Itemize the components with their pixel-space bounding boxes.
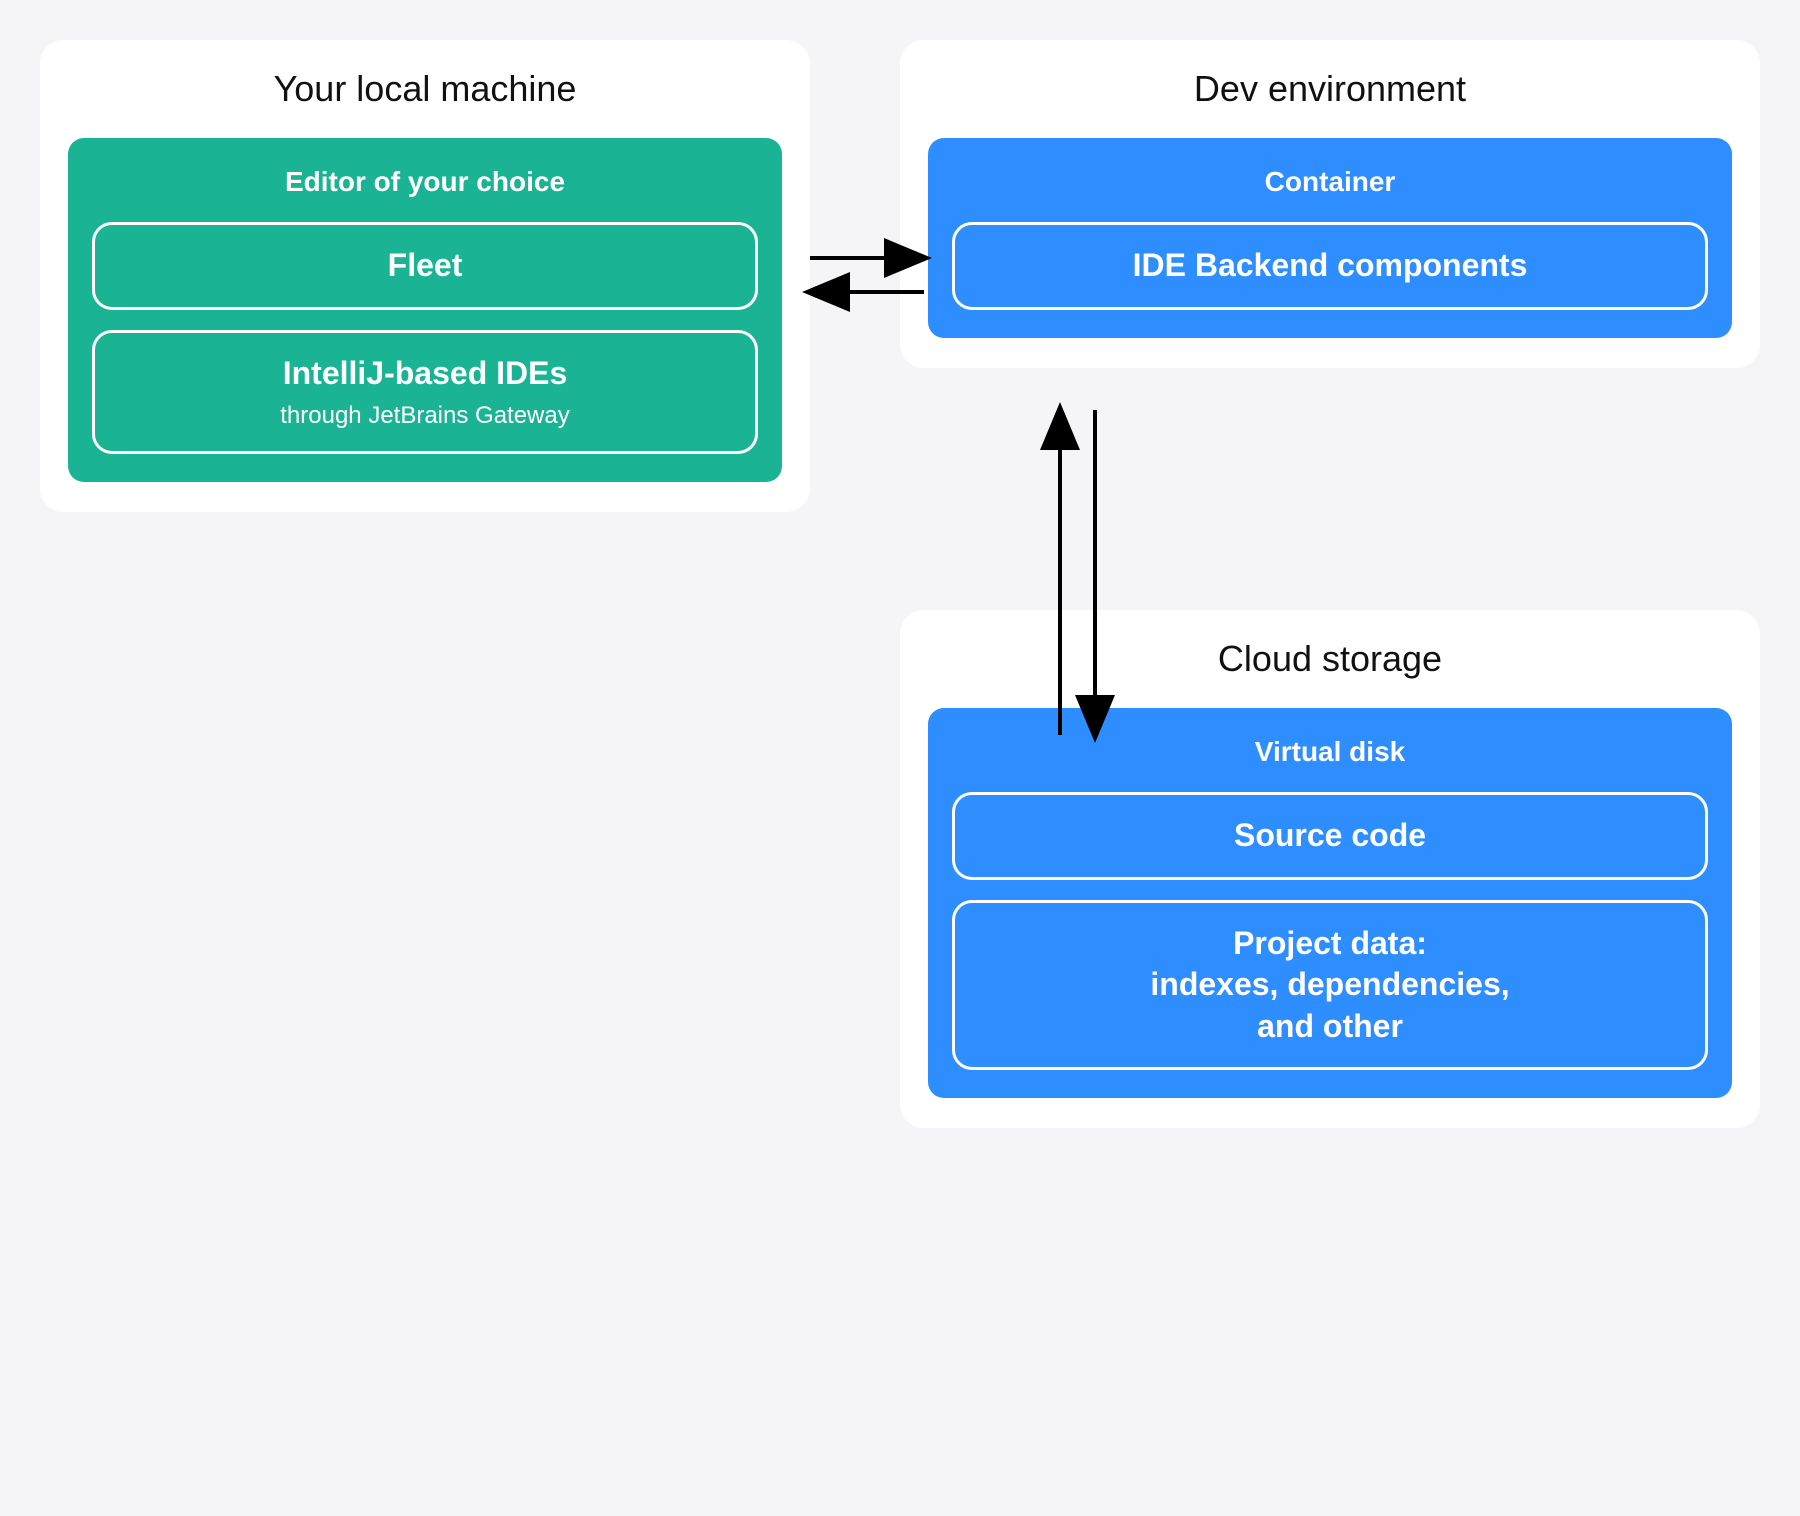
- box-local-title: Your local machine: [68, 68, 782, 110]
- box-cloud-storage: Cloud storage Virtual disk Source code P…: [900, 610, 1760, 1128]
- box-cloud-title: Cloud storage: [928, 638, 1732, 680]
- pill-ide-backend-title: IDE Backend components: [973, 245, 1687, 287]
- pill-project-data: Project data: indexes, dependencies, and…: [952, 900, 1708, 1071]
- panel-editor: Editor of your choice Fleet IntelliJ-bas…: [68, 138, 782, 482]
- panel-virtual-disk-title: Virtual disk: [952, 736, 1708, 768]
- pill-intellij-sub: through JetBrains Gateway: [113, 400, 737, 431]
- panel-virtual-disk: Virtual disk Source code Project data: i…: [928, 708, 1732, 1098]
- pill-source-code: Source code: [952, 792, 1708, 880]
- panel-editor-title: Editor of your choice: [92, 166, 758, 198]
- box-dev-title: Dev environment: [928, 68, 1732, 110]
- pill-fleet-title: Fleet: [113, 245, 737, 287]
- pill-project-data-title: Project data: indexes, dependencies, and…: [973, 923, 1687, 1048]
- pill-intellij: IntelliJ-based IDEs through JetBrains Ga…: [92, 330, 758, 455]
- pill-source-code-title: Source code: [973, 815, 1687, 857]
- panel-container-title: Container: [952, 166, 1708, 198]
- pill-fleet: Fleet: [92, 222, 758, 310]
- box-local-machine: Your local machine Editor of your choice…: [40, 40, 810, 512]
- pill-ide-backend: IDE Backend components: [952, 222, 1708, 310]
- diagram-canvas: Your local machine Editor of your choice…: [40, 40, 1760, 1476]
- panel-container: Container IDE Backend components: [928, 138, 1732, 338]
- pill-intellij-title: IntelliJ-based IDEs: [113, 353, 737, 395]
- box-dev-environment: Dev environment Container IDE Backend co…: [900, 40, 1760, 368]
